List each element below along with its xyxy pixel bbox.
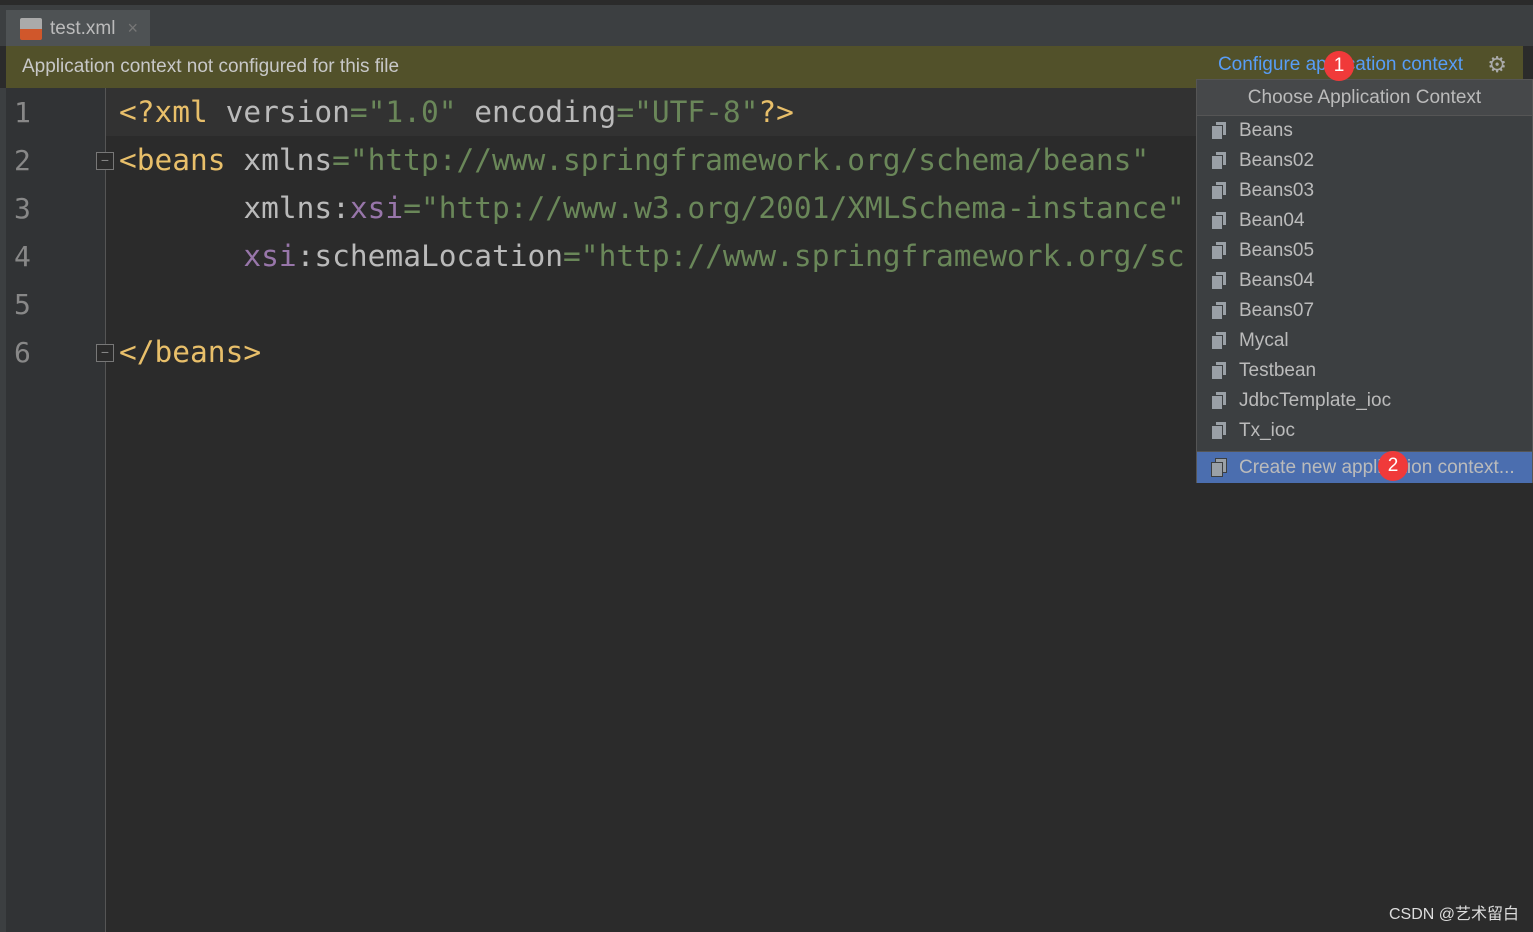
step-badge-1: 1	[1324, 51, 1354, 81]
create-new-application-context-item[interactable]: Create new application context...	[1197, 451, 1532, 483]
line-number: 6	[14, 336, 31, 369]
context-item[interactable]: Beans02	[1197, 146, 1532, 176]
context-file-icon	[1211, 391, 1229, 411]
item-label: Tx_ioc	[1239, 420, 1295, 441]
code-line: xmlns:xsi="http://www.w3.org/2001/XMLSch…	[119, 191, 1185, 225]
context-file-icon	[1211, 271, 1229, 291]
banner-message: Application context not configured for t…	[22, 56, 400, 77]
tab-bar: test.xml ×	[0, 0, 1533, 51]
line-number: 1	[14, 96, 31, 129]
item-label: Testbean	[1239, 360, 1317, 381]
context-file-icon	[1211, 151, 1229, 171]
item-label: Beans07	[1239, 300, 1315, 321]
context-file-icon	[1211, 301, 1229, 321]
item-label: Beans05	[1239, 240, 1315, 261]
choose-application-context-popup: Choose Application Context Beans Beans02 B…	[1196, 79, 1533, 483]
context-item[interactable]: Beans	[1197, 116, 1532, 146]
context-item[interactable]: Tx_ioc	[1197, 416, 1532, 446]
context-item[interactable]: Bean04	[1197, 206, 1532, 236]
step-badge-2: 2	[1378, 451, 1408, 481]
code-line: </beans>	[119, 335, 262, 369]
line-number: 5	[14, 288, 31, 321]
code-line: xsi:schemaLocation="http://www.springfra…	[243, 239, 1185, 273]
line-number: 4	[14, 240, 31, 273]
new-context-icon	[1211, 457, 1229, 478]
watermark: CSDN @艺术留白	[1388, 906, 1519, 923]
context-file-icon	[1211, 211, 1229, 231]
context-file-icon	[1211, 421, 1229, 441]
item-label: Beans03	[1239, 180, 1315, 201]
context-file-icon	[1211, 241, 1229, 261]
context-file-icon	[1211, 121, 1229, 141]
item-label: Create new application context...	[1239, 456, 1515, 478]
context-file-icon	[1211, 181, 1229, 201]
tab-test-xml[interactable]: test.xml ×	[6, 10, 150, 51]
item-label: JdbcTemplate_ioc	[1239, 390, 1392, 411]
context-item[interactable]: Testbean	[1197, 356, 1532, 386]
item-label: Beans	[1239, 120, 1293, 141]
context-file-icon	[1211, 361, 1229, 381]
code-line: <?xml version="1.0" encoding="UTF-8"?>	[119, 95, 794, 129]
context-file-icon	[1211, 331, 1229, 351]
item-label: Bean04	[1239, 210, 1305, 231]
context-item[interactable]: Beans05	[1197, 236, 1532, 266]
popup-title: Choose Application Context	[1197, 80, 1532, 116]
fold-icon[interactable]: −	[96, 344, 114, 362]
line-number: 2	[14, 144, 31, 177]
context-item[interactable]: Beans07	[1197, 296, 1532, 326]
context-item[interactable]: Beans03	[1197, 176, 1532, 206]
gear-icon[interactable]: ⚙	[1487, 52, 1507, 78]
code-line: <beans xmlns="http://www.springframework…	[119, 143, 1150, 177]
item-label: Beans04	[1239, 270, 1315, 291]
tab-label: test.xml	[50, 17, 116, 39]
context-item[interactable]: Mycal	[1197, 326, 1532, 356]
line-number: 3	[14, 192, 31, 225]
item-label: Mycal	[1239, 330, 1289, 351]
item-label: Beans02	[1239, 150, 1315, 171]
xml-spring-file-icon	[20, 17, 42, 40]
close-icon[interactable]: ×	[127, 18, 138, 39]
line-gutter: 1 2 3 4 5 6 − −	[6, 88, 114, 932]
context-item[interactable]: Beans04	[1197, 266, 1532, 296]
context-item[interactable]: JdbcTemplate_ioc	[1197, 386, 1532, 416]
fold-icon[interactable]: −	[96, 152, 114, 170]
